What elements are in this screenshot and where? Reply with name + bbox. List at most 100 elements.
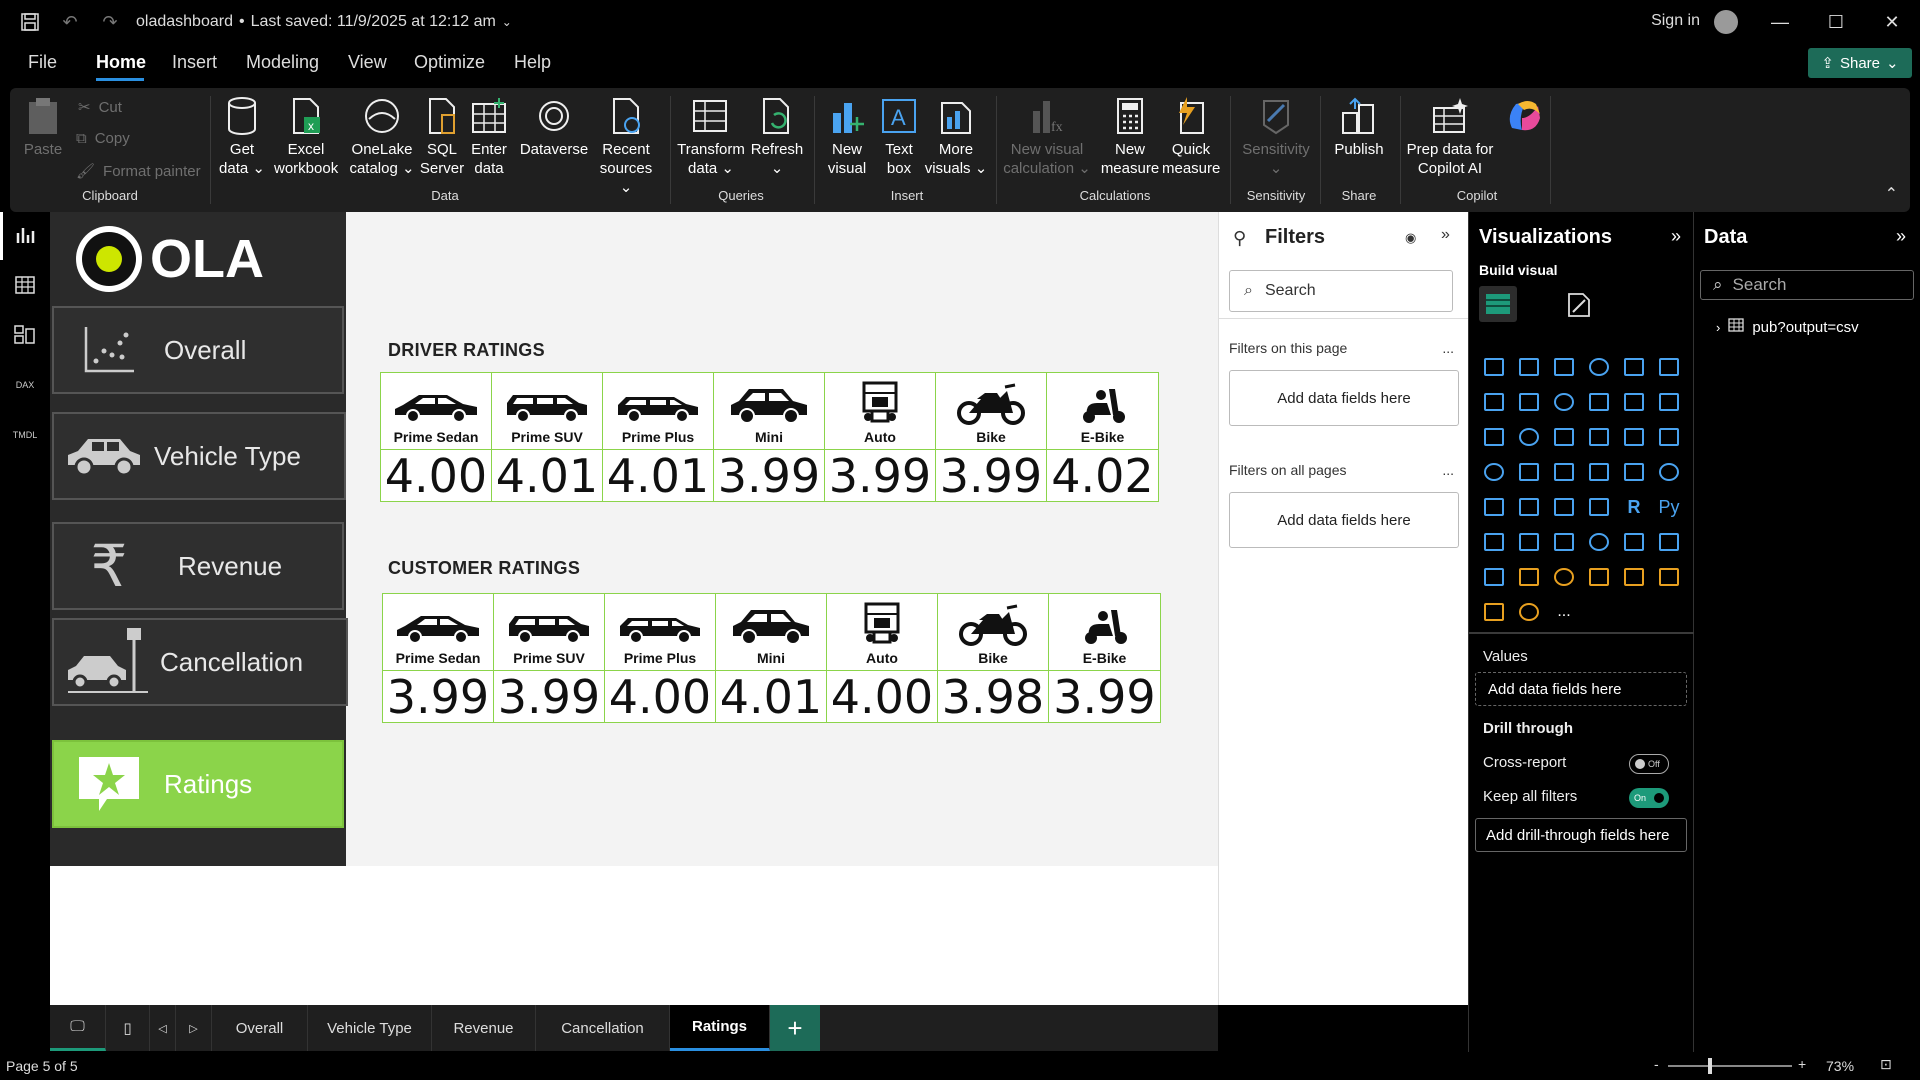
sensitivity-button[interactable]: Sensitivity ⌄ [1238, 96, 1314, 178]
power-automate-2-visual-icon[interactable] [1514, 597, 1544, 627]
tab-vehicle-type[interactable]: Vehicle Type [308, 1005, 432, 1051]
new-visual-calculation-button[interactable]: fx New visual calculation ⌄ [1000, 96, 1094, 178]
kpi-visual-icon[interactable] [1479, 492, 1509, 522]
save-icon[interactable] [10, 0, 50, 44]
tab-ratings[interactable]: Ratings [670, 1005, 770, 1051]
ai-visual-4-visual-icon[interactable] [1654, 562, 1684, 592]
sign-in-link[interactable]: Sign in [1651, 12, 1700, 30]
tmdl-view-icon[interactable]: TMDL [12, 422, 38, 448]
paste-button[interactable]: Paste [20, 96, 66, 159]
tab-revenue[interactable]: Revenue [432, 1005, 536, 1051]
ribbon-visual-icon[interactable] [1654, 387, 1684, 417]
more-visuals-button[interactable]: More visuals ⌄ [924, 96, 988, 178]
add-page-button[interactable]: + [770, 1005, 820, 1051]
pie-visual-icon[interactable] [1584, 422, 1614, 452]
drill-through-well[interactable]: Add drill-through fields here [1475, 818, 1687, 852]
nav-revenue-button[interactable]: ₹ Revenue [52, 522, 344, 610]
zoom-out-icon[interactable]: - [1654, 1056, 1659, 1072]
format-painter-button[interactable]: 🖌 Format painter [76, 162, 201, 181]
maximize-icon[interactable]: ☐ [1808, 0, 1864, 44]
menu-optimize[interactable]: Optimize [414, 52, 485, 73]
decomposition-tree-visual-icon[interactable] [1514, 527, 1544, 557]
matrix-visual-icon[interactable] [1584, 492, 1614, 522]
clustered-column-visual-icon[interactable] [1584, 352, 1614, 382]
menu-home[interactable]: Home [96, 52, 146, 73]
quick-measure-button[interactable]: Quick measure [1162, 96, 1220, 178]
line-column-visual-icon[interactable] [1619, 387, 1649, 417]
keep-all-filters-toggle[interactable]: On [1629, 788, 1669, 808]
more-options-icon[interactable]: ... [1442, 462, 1454, 478]
menu-help[interactable]: Help [514, 52, 551, 73]
values-well[interactable]: Add data fields here [1475, 672, 1687, 706]
azure-map-visual-icon[interactable] [1549, 457, 1579, 487]
stacked-column-visual-icon[interactable] [1514, 352, 1544, 382]
power-apps-2-visual-icon[interactable] [1479, 597, 1509, 627]
multi-row-card-visual-icon[interactable] [1654, 457, 1684, 487]
filled-map-visual-icon[interactable] [1514, 457, 1544, 487]
gauge-visual-icon[interactable] [1584, 457, 1614, 487]
mobile-layout-icon[interactable]: ▯ [106, 1005, 150, 1051]
more-options-icon[interactable]: ... [1442, 340, 1454, 356]
collapse-filters-icon[interactable]: » [1441, 226, 1450, 244]
page-filters-well[interactable]: Add data fields here [1229, 370, 1459, 426]
ai-visual-1-visual-icon[interactable] [1549, 562, 1579, 592]
collapse-data-icon[interactable]: » [1896, 226, 1906, 247]
enter-data-button[interactable]: Enter data [466, 96, 512, 178]
100-column-visual-icon[interactable] [1654, 352, 1684, 382]
avatar[interactable] [1714, 10, 1738, 34]
text-box-button[interactable]: A Text box [876, 96, 922, 178]
menu-insert[interactable]: Insert [172, 52, 217, 73]
menu-modeling[interactable]: Modeling [246, 52, 319, 73]
sql-server-button[interactable]: SQL Server [418, 96, 466, 178]
minimize-icon[interactable]: — [1752, 0, 1808, 44]
eye-icon[interactable]: ◉ [1405, 230, 1416, 246]
python-visual-visual-icon[interactable]: Py [1654, 492, 1684, 522]
metrics-visual-icon[interactable] [1654, 527, 1684, 557]
get-data-button[interactable]: Get data ⌄ [218, 96, 266, 178]
clustered-bar-visual-icon[interactable] [1549, 352, 1579, 382]
excel-workbook-button[interactable]: x Excel workbook [274, 96, 338, 178]
prev-page-icon[interactable]: ◁ [150, 1005, 176, 1051]
new-measure-button[interactable]: New measure [1098, 96, 1162, 178]
scatter-visual-icon[interactable] [1549, 422, 1579, 452]
desktop-layout-icon[interactable]: 🖵 [50, 1005, 106, 1051]
donut-visual-icon[interactable] [1619, 422, 1649, 452]
nav-overall-button[interactable]: Overall [52, 306, 344, 394]
zoom-slider[interactable] [1668, 1065, 1792, 1067]
data-search-input[interactable]: ⌕ Search [1700, 270, 1914, 300]
stacked-area-visual-icon[interactable] [1549, 387, 1579, 417]
last-saved[interactable]: Last saved: 11/9/2025 at 12:12 am [251, 13, 496, 31]
refresh-button[interactable]: Refresh ⌄ [746, 96, 808, 178]
format-visual-tab[interactable] [1563, 288, 1595, 320]
collapse-ribbon-icon[interactable]: ⌃ [1885, 184, 1898, 204]
undo-icon[interactable]: ↶ [50, 0, 90, 44]
document-title[interactable]: oladashboard [136, 13, 233, 31]
nav-cancellation-button[interactable]: Cancellation [52, 618, 348, 706]
publish-button[interactable]: Publish [1328, 96, 1390, 159]
zoom-slider-thumb[interactable] [1708, 1058, 1712, 1074]
menu-view[interactable]: View [348, 52, 387, 73]
key-influencers-visual-icon[interactable] [1479, 527, 1509, 557]
all-pages-filters-well[interactable]: Add data fields here [1229, 492, 1459, 548]
redo-icon[interactable]: ↷ [90, 0, 130, 44]
dataverse-button[interactable]: Dataverse [518, 96, 590, 159]
copilot-button[interactable] [1500, 96, 1548, 140]
model-view-icon[interactable] [12, 322, 38, 348]
new-visual-button[interactable]: New visual [822, 96, 872, 178]
tab-overall[interactable]: Overall [212, 1005, 308, 1051]
build-visual-tab[interactable] [1479, 286, 1517, 322]
nav-vehicle-type-button[interactable]: Vehicle Type [52, 412, 346, 500]
dax-query-view-icon[interactable]: DAX [12, 372, 38, 398]
map-visual-icon[interactable] [1479, 457, 1509, 487]
waterfall-visual-icon[interactable] [1479, 422, 1509, 452]
paginated-visual-icon[interactable] [1619, 527, 1649, 557]
copy-button[interactable]: ⧉ Copy [76, 130, 130, 147]
fit-to-page-icon[interactable]: ⊡ [1880, 1056, 1892, 1073]
chevron-down-icon[interactable]: ⌄ [502, 15, 512, 29]
cross-report-toggle[interactable]: Off [1629, 754, 1669, 774]
power-automate-visual-icon[interactable] [1514, 562, 1544, 592]
stacked-bar-visual-icon[interactable] [1479, 352, 1509, 382]
tab-cancellation[interactable]: Cancellation [536, 1005, 670, 1051]
menu-file[interactable]: File [28, 52, 57, 73]
100-bar-visual-icon[interactable] [1619, 352, 1649, 382]
